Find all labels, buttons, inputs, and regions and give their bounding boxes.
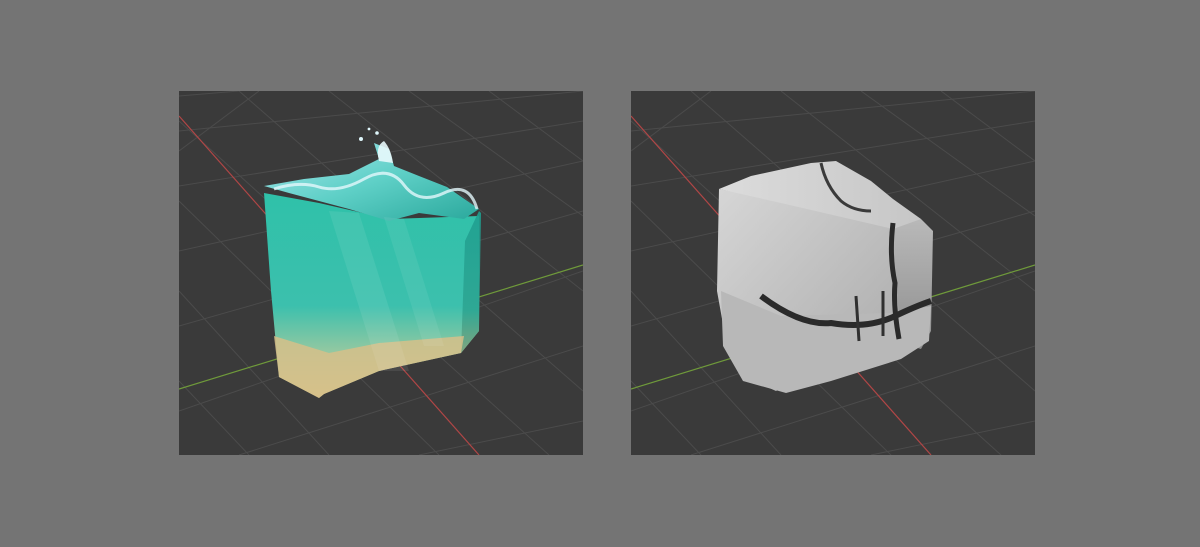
water-cube-scene	[179, 91, 583, 455]
water-cube	[264, 127, 481, 398]
stone-cube	[717, 161, 933, 393]
water-droplet	[367, 127, 371, 131]
water-droplet	[359, 137, 363, 141]
stone-cube-scene	[631, 91, 1035, 455]
water-droplet	[375, 131, 379, 135]
viewport-stone-cube	[631, 91, 1035, 455]
viewport-water-cube	[179, 91, 583, 455]
